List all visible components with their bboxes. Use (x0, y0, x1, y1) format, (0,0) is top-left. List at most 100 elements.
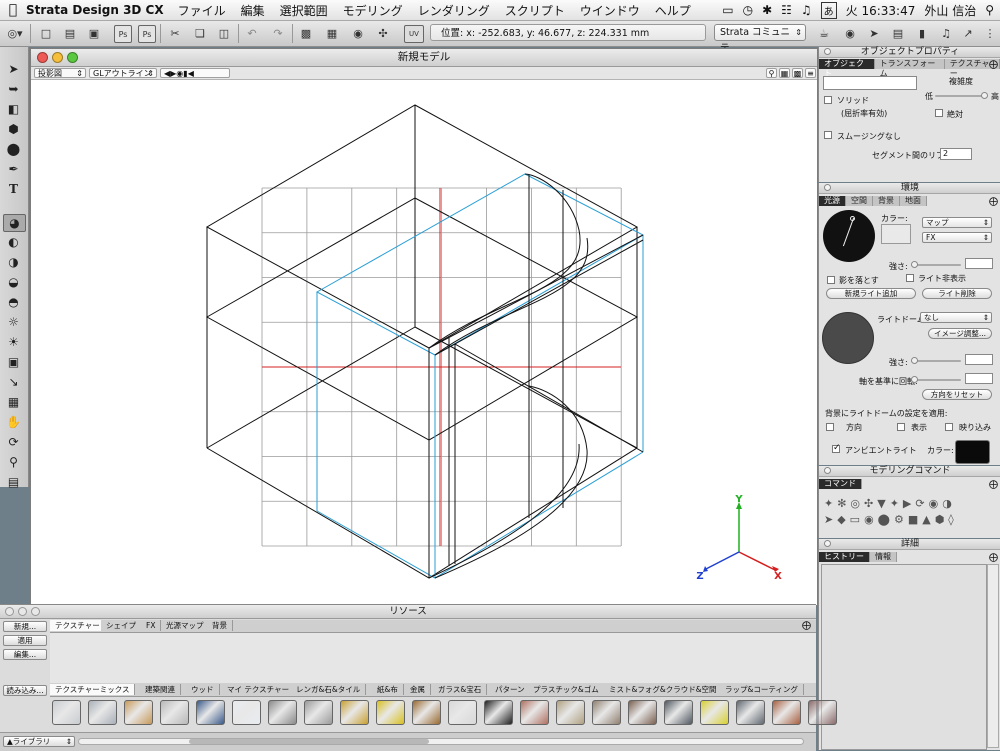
new-resource-button[interactable]: 新規... (3, 621, 47, 632)
tab-plastic-rubber[interactable]: プラスチック&ゴム (528, 684, 605, 695)
panel-options-icon[interactable]: ⨁ (989, 60, 998, 70)
menu-app-name[interactable]: Strata Design 3D CX (26, 3, 164, 17)
tab-textures[interactable]: テクスチャー (50, 620, 106, 631)
tab-space[interactable]: 空間 (846, 196, 873, 206)
viewport-canvas[interactable]: Y X Z (31, 80, 817, 605)
light-direction-sphere[interactable] (823, 210, 875, 262)
share-icon[interactable]: ↗ (960, 25, 976, 41)
ambient-color-swatch[interactable] (955, 440, 990, 464)
camera-icon[interactable]: ◉ (842, 25, 858, 41)
copy-icon[interactable]: ❏ (192, 25, 208, 41)
swatch-scrollbar[interactable] (78, 738, 804, 745)
path-icon[interactable]: ◓ (3, 294, 24, 310)
light-map-select[interactable]: マップ ⇕ (922, 217, 992, 228)
tab-glass-gems[interactable]: ガラス&宝石 (433, 684, 488, 695)
zoom-button[interactable] (67, 52, 78, 63)
texture-swatch[interactable] (556, 700, 585, 725)
select-object-icon[interactable]: ➥ (3, 81, 24, 97)
history-scrollbar[interactable] (987, 564, 999, 748)
cut-icon[interactable]: ✂ (167, 25, 183, 41)
import-resource-button[interactable]: 読み込み... (3, 685, 47, 696)
menu-rendering[interactable]: レンダリング (418, 2, 490, 19)
bluetooth-icon[interactable]: ✱ (762, 3, 772, 17)
texture-swatch[interactable] (772, 700, 801, 725)
texture-swatch[interactable] (664, 700, 693, 725)
resources-zoom-button[interactable] (31, 607, 40, 616)
panel-options-icon[interactable]: ⨁ (989, 553, 998, 563)
panel-options-icon[interactable]: ⨁ (989, 480, 998, 490)
absolute-checkbox[interactable] (935, 109, 943, 117)
direction-checkbox[interactable] (826, 423, 834, 431)
tab-mist-fog-cloud[interactable]: ミスト&フォグ&クラウド&空間 (604, 684, 723, 695)
redo-icon[interactable]: ↷ (270, 25, 286, 41)
stamp-icon[interactable]: ▮ (914, 25, 930, 41)
image-adjust-button[interactable]: イメージ調整... (928, 328, 992, 339)
texture-swatch[interactable] (592, 700, 621, 725)
resources-close-button[interactable] (5, 607, 14, 616)
resources-minimize-button[interactable] (18, 607, 27, 616)
texture-swatch[interactable] (736, 700, 765, 725)
tab-info[interactable]: 情報 (870, 552, 897, 562)
command-icon-row-1[interactable]: ✦✻◎✣▼✦▶⟳◉◑ (824, 497, 956, 510)
search-icon[interactable]: ⚲ (766, 68, 777, 78)
texture-swatch[interactable] (232, 700, 261, 725)
texture-swatch[interactable] (628, 700, 657, 725)
command-icons[interactable]: ✦✻◎✣▼✦▶⟳◉◑ ➤◆▭◉⬤⚙■▲⬢◊ (824, 496, 999, 528)
screen-icon[interactable]: ▭ (722, 3, 733, 17)
solid-checkbox[interactable] (824, 96, 832, 104)
dome-strength-slider[interactable] (911, 360, 961, 362)
command-icon-row-2[interactable]: ➤◆▭◉⬤⚙■▲⬢◊ (824, 513, 958, 526)
volume-icon[interactable]: ♫ (801, 3, 812, 17)
edit-resource-button[interactable]: 編集... (3, 649, 47, 660)
tab-commands[interactable]: コマンド (819, 479, 862, 489)
display-checkbox[interactable] (897, 423, 905, 431)
tab-fx[interactable]: FX (141, 620, 162, 631)
tab-my-textures[interactable]: マイ テクスチャー (222, 684, 296, 695)
photoshop-import-icon[interactable]: Ps (138, 25, 156, 43)
lathe-icon[interactable]: ◕ (3, 214, 26, 232)
transform-icon[interactable]: ✣ (375, 25, 391, 41)
menu-help[interactable]: ヘルプ (655, 2, 691, 19)
grid-view-icon[interactable]: ▦ (779, 68, 790, 78)
settings-icon[interactable]: ≡ (805, 68, 816, 78)
texture-swatch[interactable] (808, 700, 837, 725)
split-view-icon[interactable]: ▩ (792, 68, 803, 78)
segments-input[interactable]: 2 (940, 148, 972, 160)
complexity-slider[interactable] (935, 95, 985, 97)
cast-shadow-checkbox[interactable] (827, 276, 835, 284)
tab-patterns[interactable]: パターン (490, 684, 531, 695)
reflection-checkbox[interactable] (945, 423, 953, 431)
grid-icon[interactable]: ▦ (3, 394, 24, 410)
tab-backgrounds[interactable]: 背景 (207, 620, 233, 631)
select-arrow-icon[interactable]: ➤ (3, 61, 24, 77)
dome-strength-input[interactable] (965, 354, 993, 365)
texture-swatch[interactable] (376, 700, 405, 725)
reset-direction-button[interactable]: 方向をリセット (922, 389, 992, 400)
measure-icon[interactable]: ↘ (3, 374, 24, 390)
sweep-icon[interactable]: ◑ (3, 254, 24, 270)
frame-icon[interactable]: ▦ (324, 25, 340, 41)
tab-object[interactable]: オブジェクト (819, 59, 875, 78)
resources-options-icon[interactable]: ⨁ (802, 621, 811, 631)
user-name[interactable]: 外山 信治 (924, 2, 976, 19)
projection-select[interactable]: 投影図 ⇕ (34, 68, 86, 78)
texture-swatch[interactable] (124, 700, 153, 725)
hand-icon[interactable]: ✋ (3, 414, 24, 430)
strength-slider[interactable] (911, 264, 961, 266)
cube-icon[interactable]: ⬢ (3, 121, 24, 137)
rotate-axis-slider[interactable] (911, 379, 961, 381)
paste-icon[interactable]: ◫ (216, 25, 232, 41)
skin-icon[interactable]: ◒ (3, 274, 24, 290)
zoom-icon[interactable]: ⚲ (3, 454, 24, 470)
menu-window[interactable]: ウインドウ (580, 2, 640, 19)
uv-icon[interactable]: UV (404, 25, 424, 43)
menu-script[interactable]: スクリプト (505, 2, 565, 19)
hide-light-checkbox[interactable] (906, 274, 914, 282)
input-mode-icon[interactable]: あ (820, 1, 837, 19)
view-menu-icon[interactable]: ◎▾ (4, 25, 26, 41)
light-bulb-icon[interactable]: ☼ (3, 314, 24, 330)
teapot-icon[interactable]: ☕ (816, 25, 832, 41)
center-icon[interactable]: ◉ (350, 25, 366, 41)
select-group-icon[interactable]: ◧ (3, 101, 24, 117)
render-icon[interactable]: ➤ (866, 25, 882, 41)
